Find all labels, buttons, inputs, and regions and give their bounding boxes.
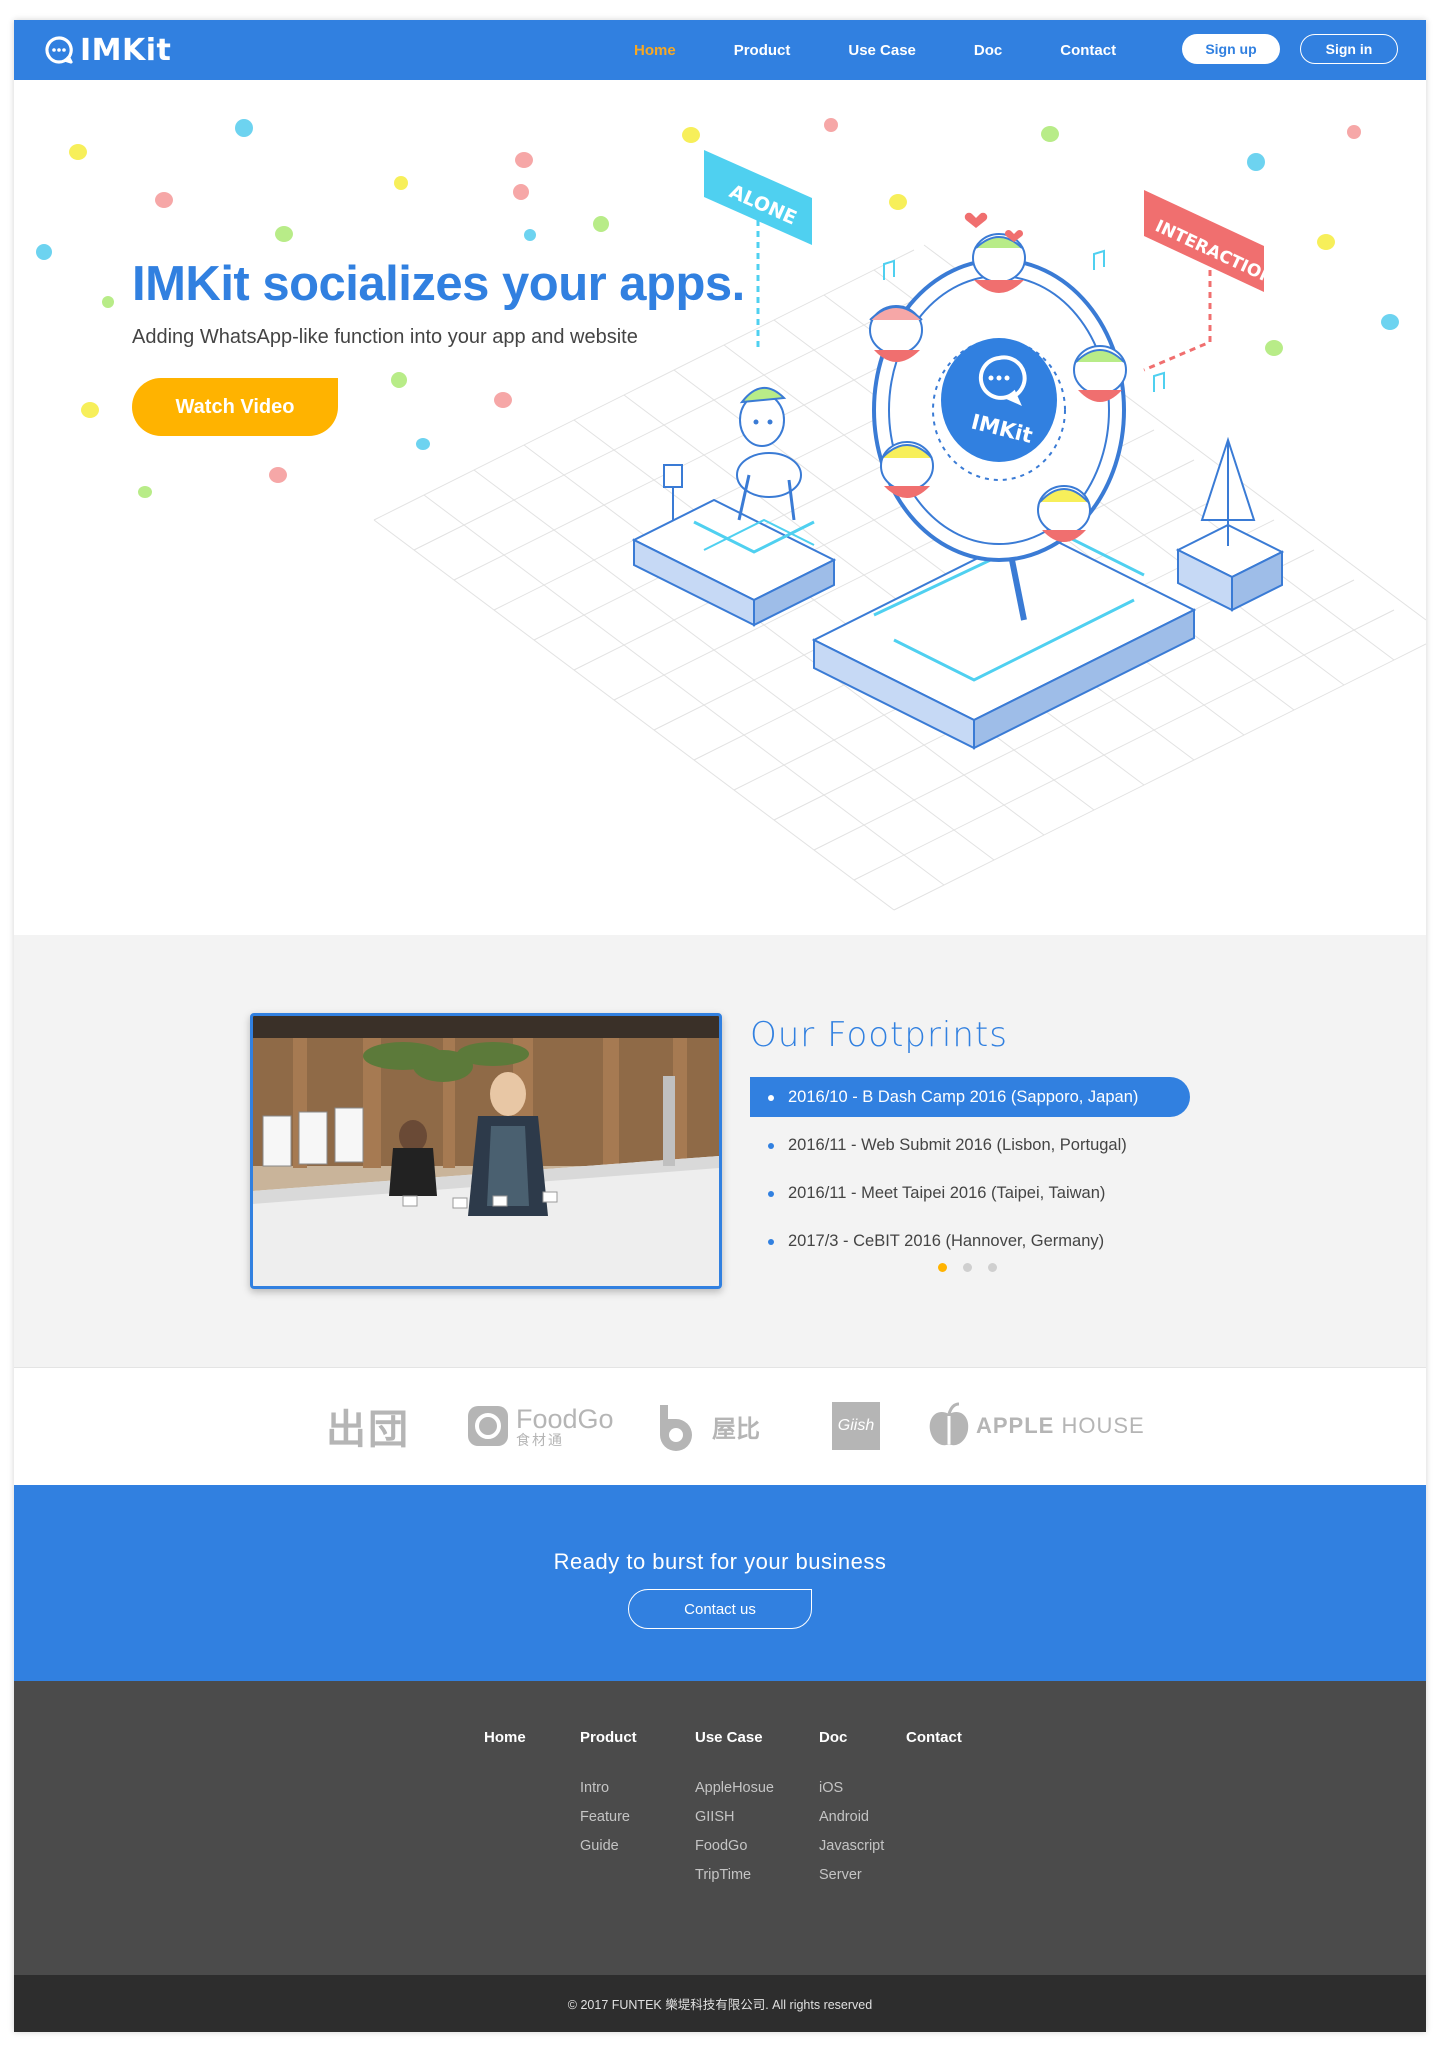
- bullet-dot: [768, 1143, 774, 1149]
- foodgo-logo-text: FoodGo: [516, 1403, 614, 1434]
- contact-us-button[interactable]: Contact us: [628, 1589, 812, 1629]
- cafe-photo-image: [253, 1016, 719, 1286]
- top-navbar: IMKit Home Product Use Case Doc Contact …: [14, 20, 1426, 80]
- watch-video-button[interactable]: Watch Video: [132, 378, 338, 436]
- apple-house-text-a: APPLE: [976, 1413, 1055, 1438]
- cta-section: Ready to burst for your business Contact…: [14, 1485, 1426, 1681]
- interaction-sign: INTERACTION: [1143, 190, 1277, 372]
- cta-text: Ready to burst for your business: [553, 1549, 887, 1574]
- footer-link[interactable]: TripTime: [695, 1861, 774, 1890]
- apple-house-text-b: HOUSE: [1054, 1413, 1145, 1438]
- copyright-text: © 2017 FUNTEK 樂堤科技有限公司. All rights reser…: [567, 1998, 873, 2012]
- wubi-logo[interactable]: 屋比: [654, 1398, 760, 1454]
- hero-title: IMKit socializes your apps.: [132, 257, 745, 311]
- footer-link[interactable]: Feature: [580, 1803, 637, 1832]
- footprint-item[interactable]: 2016/11 - Web Submit 2016 (Lisbon, Portu…: [750, 1125, 1190, 1165]
- footer-link[interactable]: Javascript: [819, 1832, 884, 1861]
- footprint-item[interactable]: 2016/11 - Meet Taipei 2016 (Taipei, Taiw…: [750, 1173, 1190, 1213]
- sign-in-button[interactable]: Sign in: [1300, 34, 1398, 64]
- footer: Home Product Intro Feature Guide Use Cas…: [14, 1681, 1426, 1975]
- footer-heading-doc[interactable]: Doc: [819, 1729, 884, 1746]
- nav-home[interactable]: Home: [634, 42, 676, 59]
- nav-links: Home Product Use Case Doc Contact: [634, 20, 1174, 80]
- footer-heading-contact[interactable]: Contact: [906, 1729, 962, 1746]
- nav-doc[interactable]: Doc: [974, 42, 1002, 59]
- apple-house-logo[interactable]: APPLE HOUSE: [926, 1398, 1145, 1454]
- wubi-logo-text: 屋比: [712, 1414, 760, 1443]
- footer-heading-product[interactable]: Product: [580, 1729, 637, 1746]
- footer-link[interactable]: AppleHosue: [695, 1774, 774, 1803]
- page: IMKit Home Product Use Case Doc Contact …: [14, 20, 1426, 2032]
- footer-link[interactable]: Server: [819, 1861, 884, 1890]
- bullet-dot: [768, 1095, 774, 1101]
- carousel-pager: [938, 1263, 1013, 1272]
- footer-col-doc: Doc iOS Android Javascript Server: [819, 1729, 884, 1890]
- footprint-photo: [250, 1013, 722, 1289]
- bullet-dot: [768, 1191, 774, 1197]
- footer-link[interactable]: Guide: [580, 1832, 637, 1861]
- pager-dot[interactable]: [988, 1263, 997, 1272]
- nav-product[interactable]: Product: [734, 42, 791, 59]
- footprints-section: Our Footprints 2016/10 - B Dash Camp 201…: [14, 935, 1426, 1367]
- footer-link[interactable]: iOS: [819, 1774, 884, 1803]
- apple-icon: [929, 1402, 969, 1446]
- partner-logos: 出団 FoodGo 食材通 屋比 Giish APPLE HOUSE: [14, 1367, 1426, 1485]
- giish-logo-text: Giish: [837, 1417, 875, 1434]
- footer-link[interactable]: Android: [819, 1803, 884, 1832]
- footprints-list: 2016/10 - B Dash Camp 2016 (Sapporo, Jap…: [750, 1077, 1190, 1269]
- footprint-item-label: 2017/3 - CeBIT 2016 (Hannover, Germany): [788, 1231, 1105, 1250]
- footprint-item-label: 2016/10 - B Dash Camp 2016 (Sapporo, Jap…: [788, 1087, 1139, 1106]
- wubi-mark-icon: [660, 1405, 692, 1451]
- alone-sign: ALONE: [704, 150, 812, 350]
- sign-up-button[interactable]: Sign up: [1182, 34, 1280, 64]
- footprint-item[interactable]: 2016/10 - B Dash Camp 2016 (Sapporo, Jap…: [750, 1077, 1190, 1117]
- footprint-item[interactable]: 2017/3 - CeBIT 2016 (Hannover, Germany): [750, 1221, 1190, 1261]
- bullet-dot: [768, 1239, 774, 1245]
- cone-pedestal: [1175, 436, 1285, 612]
- copyright-bar: © 2017 FUNTEK 樂堤科技有限公司. All rights reser…: [14, 1975, 1426, 2032]
- footer-col-contact: Contact: [906, 1729, 962, 1774]
- alone-platform: [631, 387, 837, 627]
- imkit-logo[interactable]: IMKit: [44, 32, 171, 68]
- nav-contact[interactable]: Contact: [1060, 42, 1116, 59]
- hero-subtitle: Adding WhatsApp-like function into your …: [132, 326, 638, 348]
- foodgo-logo[interactable]: FoodGo 食材通: [466, 1398, 614, 1454]
- logo-text: IMKit: [80, 32, 172, 68]
- footer-link[interactable]: FoodGo: [695, 1832, 774, 1861]
- footprint-item-label: 2016/11 - Meet Taipei 2016 (Taipei, Taiw…: [788, 1183, 1106, 1202]
- footprint-item-label: 2016/11 - Web Submit 2016 (Lisbon, Portu…: [788, 1135, 1127, 1154]
- footer-link[interactable]: Intro: [580, 1774, 637, 1803]
- pager-dot[interactable]: [963, 1263, 972, 1272]
- chat-bubble-icon: [45, 36, 73, 64]
- footer-heading-use-case[interactable]: Use Case: [695, 1729, 774, 1746]
- footer-col-use-case: Use Case AppleHosue GIISH FoodGo TripTim…: [695, 1729, 774, 1890]
- footprints-title: Our Footprints: [750, 1015, 1008, 1055]
- pager-dot[interactable]: [938, 1263, 947, 1272]
- hero-illustration: ALONE IMKit INTERACTION: [36, 118, 1426, 911]
- footer-col-product: Product Intro Feature Guide: [580, 1729, 637, 1861]
- giish-logo[interactable]: Giish: [832, 1398, 880, 1454]
- footer-col-home: Home: [484, 1729, 526, 1774]
- hero-section: ALONE IMKit INTERACTION IMKit socializes…: [14, 80, 1426, 935]
- nav-use-case[interactable]: Use Case: [848, 42, 916, 59]
- footer-link[interactable]: GIISH: [695, 1803, 774, 1832]
- foodgo-logo-subtext: 食材通: [516, 1431, 564, 1448]
- chutuan-logo-text: 出団: [326, 1407, 410, 1453]
- chutuan-logo[interactable]: 出団: [326, 1398, 410, 1454]
- foodgo-mark-icon: [468, 1406, 508, 1446]
- footer-heading-home[interactable]: Home: [484, 1729, 526, 1746]
